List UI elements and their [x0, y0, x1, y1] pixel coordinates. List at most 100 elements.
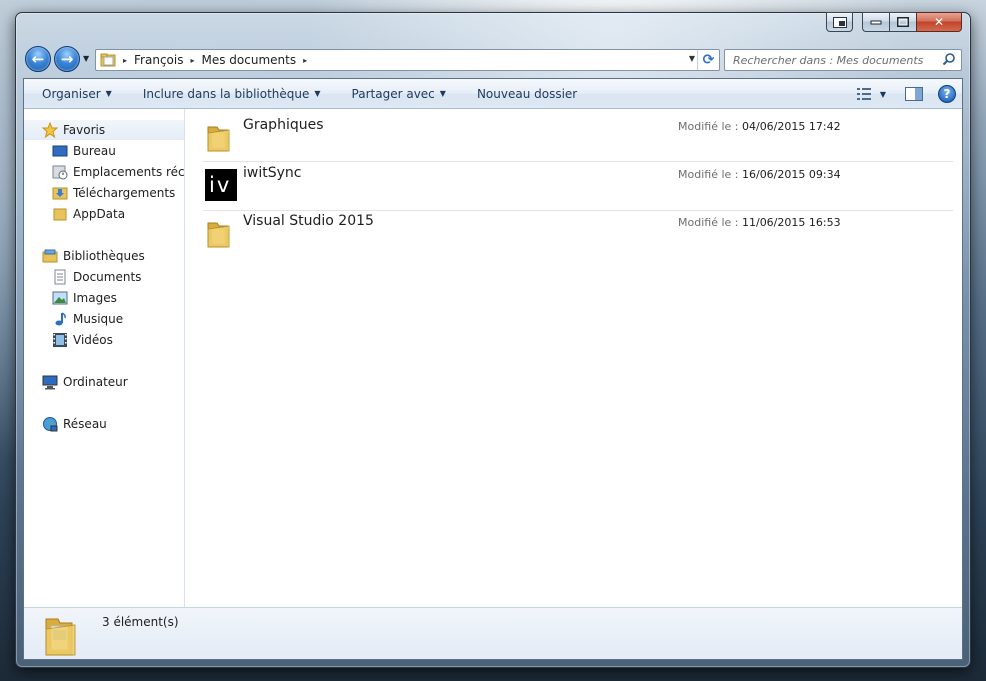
search-icon[interactable]: [942, 52, 956, 66]
sidebar-item-label: Images: [73, 291, 117, 305]
images-icon: [52, 291, 68, 305]
share-with-label: Partager avec: [351, 86, 435, 101]
breadcrumb-separator[interactable]: ▸: [190, 56, 194, 65]
window-snap-icon[interactable]: [826, 12, 853, 32]
file-modified: Modifié le : 11/06/2015 16:53: [678, 216, 841, 229]
search-input[interactable]: [733, 53, 933, 67]
folder-icon: [100, 53, 116, 67]
organize-menu[interactable]: Organiser ▼: [33, 87, 121, 101]
new-folder-label: Nouveau dossier: [476, 86, 578, 101]
explorer-window: ✕ ← → ▼ ▸ François ▸ Mes documents ▸ ▼ ⟳: [15, 12, 971, 668]
change-view-button[interactable]: ▼: [852, 84, 890, 104]
sidebar-item-label: Emplacements récents: [73, 165, 185, 179]
star-icon: [42, 122, 58, 138]
sidebar-item-label: Favoris: [63, 123, 106, 137]
breadcrumb-mes-documents[interactable]: Mes documents: [201, 53, 296, 67]
breadcrumb-separator[interactable]: ▸: [123, 56, 127, 65]
folder-icon: [45, 618, 76, 656]
computer-icon: [42, 375, 58, 390]
sidebar-item-downloads[interactable]: Téléchargements: [52, 183, 175, 203]
network-icon: [43, 417, 58, 432]
videos-icon: [53, 333, 67, 347]
sidebar-item-label: AppData: [73, 207, 126, 221]
details-view-icon: [856, 88, 871, 100]
folder-icon: [207, 126, 230, 152]
client-area: Organiser ▼ Inclure dans la bibliothèque…: [23, 78, 963, 660]
item-count: 3 élément(s): [102, 615, 179, 629]
new-folder-button[interactable]: Nouveau dossier: [468, 87, 586, 101]
documents-icon: [54, 269, 66, 285]
minimize-button[interactable]: [862, 12, 889, 32]
command-bar: Organiser ▼ Inclure dans la bibliothèque…: [24, 79, 962, 109]
maximize-icon: [897, 17, 909, 27]
breadcrumb-separator[interactable]: ▸: [303, 56, 307, 65]
details-pane: 3 élément(s): [24, 607, 962, 659]
desktop-icon: [52, 145, 68, 157]
minimize-icon: [870, 20, 882, 24]
list-item[interactable]: Graphiques Modifié le : 04/06/2015 17:42: [203, 111, 953, 159]
refresh-icon: ⟳: [702, 52, 715, 68]
sidebar-item-images[interactable]: Images: [52, 288, 117, 308]
file-modified: Modifié le : 16/06/2015 09:34: [678, 168, 841, 181]
folder-icon: [207, 222, 230, 248]
recent-pages-dropdown[interactable]: ▼: [83, 54, 89, 63]
sidebar-item-label: Ordinateur: [63, 375, 128, 389]
forward-button[interactable]: →: [54, 46, 80, 72]
sidebar-network[interactable]: Réseau: [42, 414, 107, 434]
close-icon: ✕: [933, 15, 945, 29]
back-arrow-icon: ←: [31, 50, 45, 68]
sidebar-item-label: Téléchargements: [73, 186, 176, 200]
address-dropdown[interactable]: ▼: [689, 54, 695, 63]
include-library-menu[interactable]: Inclure dans la bibliothèque ▼: [134, 87, 330, 101]
organize-label: Organiser: [42, 86, 101, 101]
recent-places-icon: [52, 165, 68, 180]
file-name: Graphiques: [243, 117, 324, 133]
chevron-down-icon: ▼: [879, 89, 887, 99]
search-box[interactable]: [724, 49, 962, 71]
sidebar-computer[interactable]: Ordinateur: [42, 372, 128, 392]
file-list: Graphiques Modifié le : 04/06/2015 17:42…: [186, 109, 962, 607]
preview-pane-icon: [905, 87, 923, 101]
folder-icon: [53, 208, 67, 221]
address-bar[interactable]: ▸ François ▸ Mes documents ▸ ▼ ⟳: [95, 49, 720, 71]
sidebar-item-music[interactable]: Musique: [52, 309, 123, 329]
sidebar-item-label: Bureau: [73, 144, 116, 158]
sidebar-item-appdata[interactable]: AppData: [52, 204, 125, 224]
sidebar-item-recent-places[interactable]: Emplacements récents: [52, 162, 185, 182]
breadcrumb-francois[interactable]: François: [134, 53, 183, 67]
close-button[interactable]: ✕: [916, 12, 962, 32]
share-with-menu[interactable]: Partager avec ▼: [343, 87, 455, 101]
libraries-icon: [42, 249, 58, 263]
sidebar-item-documents[interactable]: Documents: [52, 267, 141, 287]
sidebar-item-label: Vidéos: [73, 333, 113, 347]
preview-pane-button[interactable]: [904, 84, 924, 104]
caption-buttons: ✕: [826, 12, 962, 32]
list-item[interactable]: Visual Studio 2015 Modifié le : 11/06/20…: [203, 207, 953, 255]
help-icon[interactable]: ?: [938, 85, 956, 103]
downloads-icon: [52, 187, 68, 200]
view-controls: ▼ ?: [852, 84, 956, 104]
chevron-down-icon: ▼: [105, 89, 112, 98]
iwitsync-app-icon: iv: [205, 169, 237, 201]
sidebar-favorites[interactable]: Favoris: [24, 120, 184, 140]
sidebar-item-label: Musique: [73, 312, 124, 326]
sidebar-libraries[interactable]: Bibliothèques: [42, 246, 145, 266]
list-item[interactable]: iv iwitSync Modifié le : 16/06/2015 09:3…: [203, 159, 953, 207]
maximize-button[interactable]: [889, 12, 916, 32]
sidebar-item-videos[interactable]: Vidéos: [52, 330, 113, 350]
back-button[interactable]: ←: [25, 46, 51, 72]
modified-label: Modifié le :: [678, 168, 739, 181]
include-library-label: Inclure dans la bibliothèque: [142, 86, 310, 101]
modified-value: 11/06/2015 16:53: [741, 216, 841, 229]
navigation-bar: ← → ▼ ▸ François ▸ Mes documents ▸ ▼ ⟳: [25, 45, 962, 73]
sidebar-item-label: Documents: [73, 270, 142, 284]
forward-arrow-icon: →: [60, 50, 74, 68]
navigation-pane: Favoris Bureau Emplacements récents Télé…: [24, 109, 185, 607]
sidebar-item-bureau[interactable]: Bureau: [52, 141, 116, 161]
file-modified: Modifié le : 04/06/2015 17:42: [678, 120, 841, 133]
sidebar-item-label: Réseau: [63, 417, 107, 431]
modified-label: Modifié le :: [678, 120, 739, 133]
refresh-button[interactable]: ⟳: [697, 50, 719, 70]
chevron-down-icon: ▼: [314, 89, 321, 98]
music-icon: [55, 312, 66, 326]
